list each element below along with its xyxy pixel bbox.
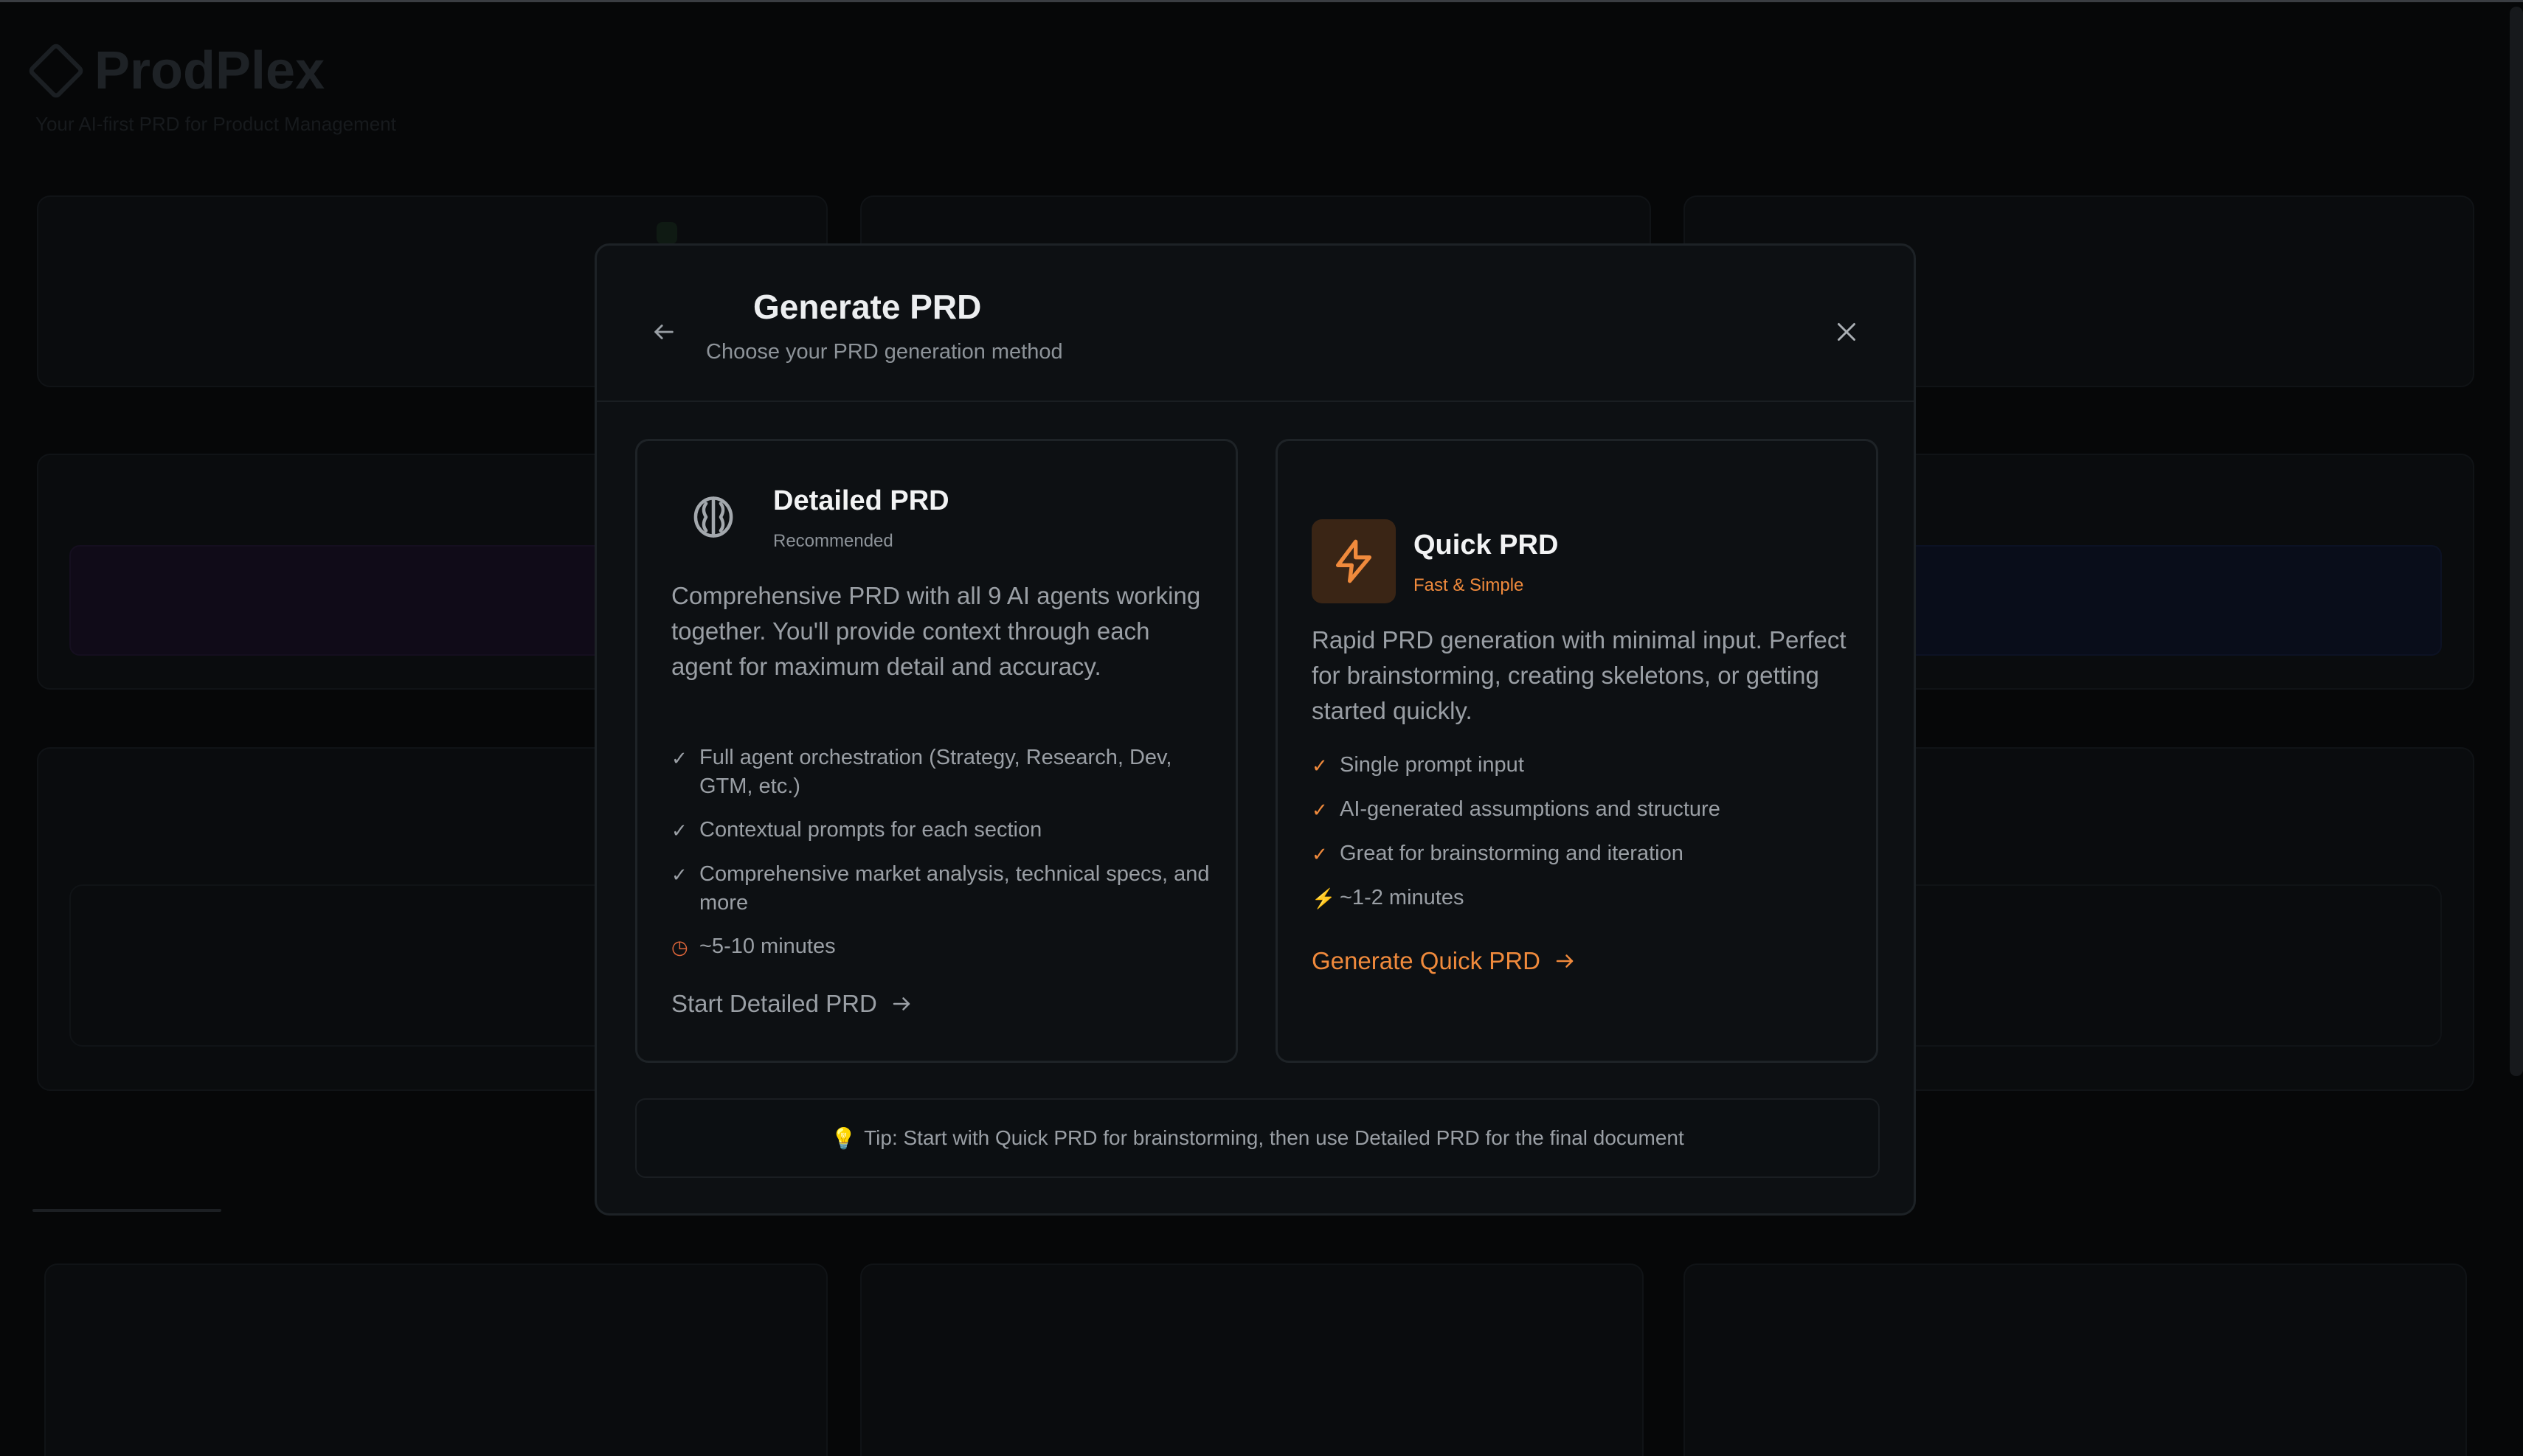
tip-text: Tip: Start with Quick PRD for brainstorm… <box>864 1126 1684 1149</box>
feature-item: ✓ Great for brainstorming and iteration <box>1312 839 1858 869</box>
quick-title: Quick PRD <box>1413 530 1559 561</box>
modal-header: Generate PRD Choose your PRD generation … <box>597 246 1914 402</box>
feature-item: ✓ Contextual prompts for each section <box>671 816 1217 845</box>
time-estimate: ⚡ ~1-2 minutes <box>1312 884 1858 913</box>
feature-item: ✓ Full agent orchestration (Strategy, Res… <box>671 743 1217 801</box>
brain-icon <box>693 496 733 538</box>
recommended-badge: Recommended <box>773 531 893 551</box>
check-icon: ✓ <box>671 819 688 842</box>
app-title: ProdPlex <box>94 41 325 100</box>
generate-prd-modal: Generate PRD Choose your PRD generation … <box>595 243 1916 1216</box>
check-icon: ✓ <box>1312 843 1328 865</box>
start-detailed-prd-button[interactable]: Start Detailed PRD <box>671 990 913 1018</box>
check-icon: ✓ <box>671 864 688 886</box>
detailed-feature-list: ✓ Full agent orchestration (Strategy, Res… <box>671 743 1217 977</box>
check-icon: ✓ <box>1312 755 1328 777</box>
feature-item: ✓ Comprehensive market analysis, technica… <box>671 860 1217 918</box>
bg-agent-card <box>1683 1263 2467 1456</box>
detailed-title: Detailed PRD <box>773 485 949 516</box>
quick-description: Rapid PRD generation with minimal input.… <box>1312 626 1847 724</box>
detailed-description: Comprehensive PRD with all 9 AI agents w… <box>671 582 1201 680</box>
time-estimate: ◷ ~5-10 minutes <box>671 932 1217 962</box>
quick-icon-box <box>1312 519 1396 603</box>
bg-active-tab-underline <box>32 1209 221 1212</box>
check-icon: ✓ <box>1312 799 1328 821</box>
close-icon <box>1838 323 1855 341</box>
bg-status-pill <box>657 222 677 244</box>
feature-item: ✓ Single prompt input <box>1312 751 1858 780</box>
page-scrollbar[interactable] <box>2510 7 2523 1076</box>
check-icon: ✓ <box>671 747 688 769</box>
modal-subtitle: Choose your PRD generation method <box>706 340 1063 364</box>
generate-quick-prd-button[interactable]: Generate Quick PRD <box>1312 947 1576 975</box>
lightbulb-icon: 💡 <box>831 1126 857 1150</box>
arrow-right-icon <box>1556 954 1574 968</box>
bg-agent-card <box>860 1263 1644 1456</box>
modal-title: Generate PRD <box>753 288 982 326</box>
tip-banner: 💡 Tip: Start with Quick PRD for brainsto… <box>635 1098 1880 1178</box>
lightning-icon <box>1336 539 1371 583</box>
arrow-left-icon <box>654 325 674 339</box>
logo-icon <box>27 41 86 100</box>
clock-icon: ◷ <box>671 936 688 958</box>
feature-item: ✓ AI-generated assumptions and structure <box>1312 795 1858 825</box>
back-button[interactable] <box>641 309 687 355</box>
detailed-prd-card[interactable]: Detailed PRD Recommended Comprehensive P… <box>635 439 1238 1063</box>
lightning-small-icon: ⚡ <box>1312 887 1336 909</box>
quick-prd-card[interactable]: Quick PRD Fast & Simple Rapid PRD genera… <box>1276 439 1878 1063</box>
arrow-right-icon <box>893 997 910 1010</box>
detailed-icon-box <box>671 475 755 559</box>
bg-agent-card <box>44 1263 828 1456</box>
quick-feature-list: ✓ Single prompt input ✓ AI-generated assum… <box>1312 751 1858 928</box>
app-logo: ProdPlex <box>27 41 325 101</box>
close-button[interactable] <box>1824 309 1869 355</box>
app-subtitle: Your AI-first PRD for Product Management <box>35 113 396 135</box>
fast-simple-badge: Fast & Simple <box>1413 575 1524 595</box>
